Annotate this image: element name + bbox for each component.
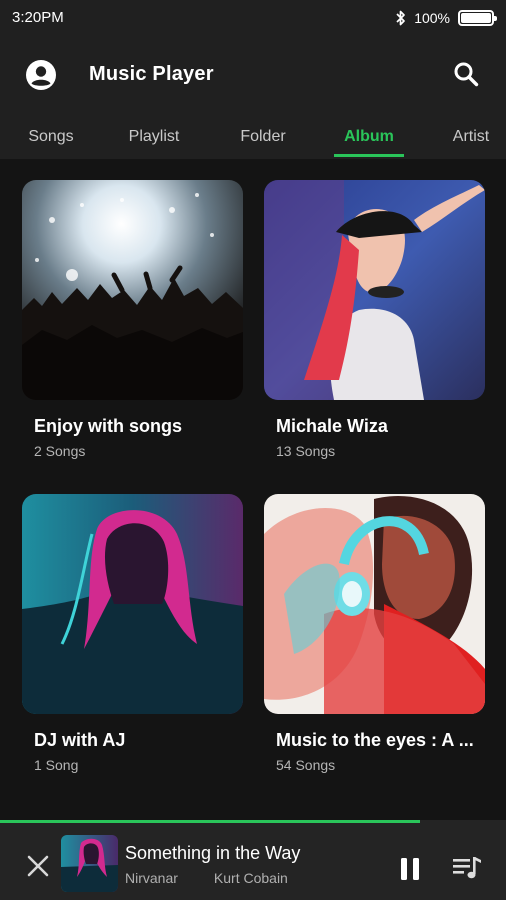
album-card[interactable]: DJ with AJ 1 Song: [22, 494, 243, 773]
account-icon[interactable]: [25, 59, 57, 91]
tab-label: Songs: [28, 128, 74, 145]
tab-folder[interactable]: Folder: [232, 120, 294, 159]
close-icon[interactable]: [26, 854, 50, 878]
battery-level: [461, 13, 491, 23]
header-area: 3:20PM 100% Music Player Songs Playlist …: [0, 0, 506, 159]
album-cover-headphones: [264, 494, 485, 714]
tab-artist[interactable]: Artist: [442, 120, 500, 159]
album-song-count: 54 Songs: [276, 757, 336, 773]
album-title: DJ with AJ: [34, 730, 126, 750]
search-icon[interactable]: [452, 60, 480, 88]
now-playing-title: Something in the Way: [125, 843, 301, 863]
pause-icon[interactable]: [398, 856, 422, 882]
bluetooth-icon: [396, 10, 406, 26]
tab-label: Album: [344, 128, 394, 145]
album-card[interactable]: Michale Wiza 13 Songs: [264, 180, 485, 459]
status-time: 3:20PM: [12, 9, 64, 26]
now-playing-subtitle: Nirvanar Kurt Cobain: [125, 870, 288, 886]
album-title: Michale Wiza: [276, 416, 388, 436]
playback-progress-fill: [0, 820, 420, 823]
tab-songs[interactable]: Songs: [20, 120, 82, 159]
now-playing-bar[interactable]: Something in the Way Nirvanar Kurt Cobai…: [0, 820, 506, 900]
tab-playlist[interactable]: Playlist: [120, 120, 188, 159]
album-card[interactable]: Enjoy with songs 2 Songs: [22, 180, 243, 459]
music-player-screen: 3:20PM 100% Music Player Songs Playlist …: [0, 0, 506, 900]
album-title: Music to the eyes : A ...: [276, 730, 474, 750]
now-playing-album: Nirvanar: [125, 870, 178, 886]
tab-bar: Songs Playlist Folder Album Artist: [0, 120, 506, 159]
queue-icon[interactable]: [452, 854, 482, 882]
album-cover-neon-silhouette: [22, 494, 243, 714]
battery-percentage: 100%: [414, 10, 450, 26]
tab-album[interactable]: Album: [334, 120, 404, 159]
album-cover-concert-crowd: [22, 180, 243, 400]
playback-progress[interactable]: [0, 820, 506, 823]
tab-label: Playlist: [128, 128, 180, 145]
album-song-count: 2 Songs: [34, 443, 86, 459]
tab-label: Artist: [452, 128, 490, 145]
app-bar: Music Player: [0, 50, 506, 102]
album-song-count: 1 Song: [34, 757, 79, 773]
app-title: Music Player: [89, 63, 214, 85]
album-card[interactable]: Music to the eyes : A ... 54 Songs: [264, 494, 485, 773]
tab-label: Folder: [240, 128, 286, 145]
album-song-count: 13 Songs: [276, 443, 336, 459]
now-playing-artist: Kurt Cobain: [213, 870, 288, 886]
battery-icon: [458, 10, 497, 26]
status-indicators: 100%: [394, 8, 497, 28]
album-title: Enjoy with songs: [34, 416, 183, 436]
now-playing-artwork[interactable]: [61, 835, 118, 892]
status-bar: 3:20PM 100%: [0, 0, 506, 36]
album-cover-dj-portrait: [264, 180, 485, 400]
